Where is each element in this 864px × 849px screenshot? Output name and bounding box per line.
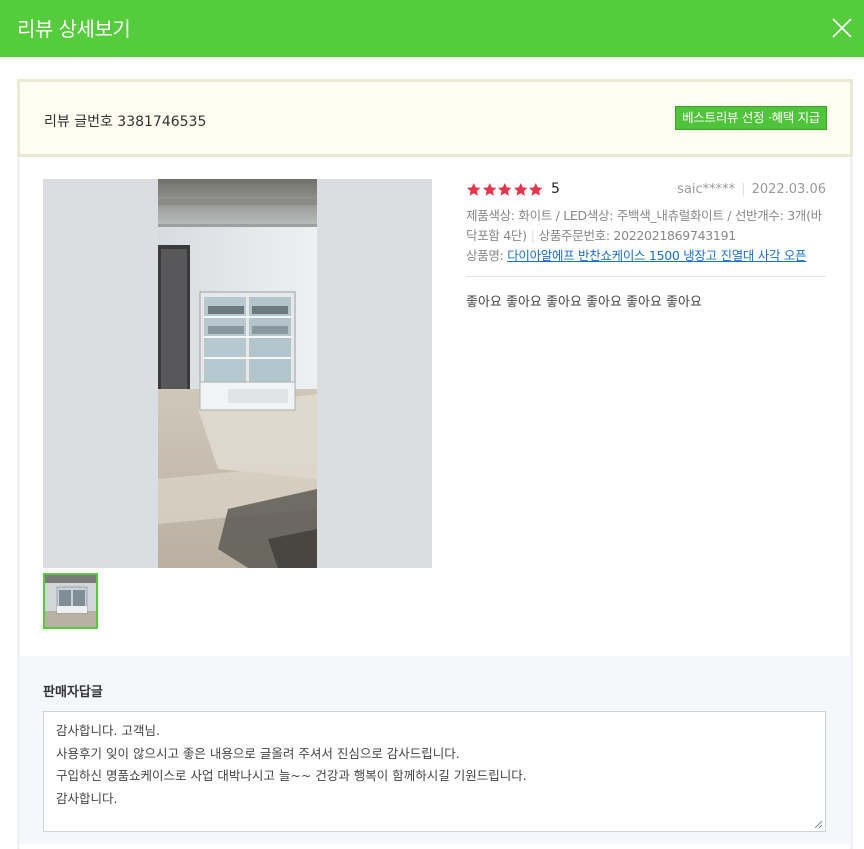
- order-number: 상품주문번호: 2022021869743191: [538, 228, 737, 243]
- review-thumbnail[interactable]: [43, 573, 98, 629]
- review-date: 2022.03.06: [751, 182, 826, 197]
- product-name-link[interactable]: 다이아알에프 반찬쇼케이스 1500 냉장고 진열대 사각 오픈: [507, 248, 806, 263]
- modal-header: 리뷰 상세보기: [0, 0, 864, 57]
- reply-line: 사용후기 잊이 않으시고 좋은 내용으로 글올려 주셔서 진심으로 감사드립니다…: [56, 745, 460, 761]
- review-number-label: 리뷰 글번호 3381746535: [44, 114, 207, 130]
- star-icon: [513, 182, 527, 196]
- resize-handle-icon[interactable]: [814, 820, 822, 828]
- seller-reply-textarea[interactable]: 감사합니다. 고객님. 사용후기 잊이 않으시고 좋은 내용으로 글올려 주셔서…: [43, 711, 826, 832]
- reply-line: 구입하신 명품쇼케이스로 사업 대박나시고 늘~~ 건강과 행복이 함께하시길 …: [56, 768, 527, 783]
- options-divider: |: [530, 228, 535, 243]
- seller-reply-section: 판매자답글 감사합니다. 고객님. 사용후기 잊이 않으시고 좋은 내용으로 글…: [20, 656, 850, 844]
- seller-reply-title: 판매자답글: [43, 685, 103, 700]
- review-meta: saic***** | 2022.03.06: [677, 182, 826, 197]
- close-icon[interactable]: [832, 18, 852, 38]
- review-number-bar: 리뷰 글번호 3381746535 베스트리뷰 선정 ·혜택 지급: [17, 79, 853, 157]
- modal-title: 리뷰 상세보기: [17, 17, 131, 41]
- reviewer-id: saic*****: [677, 182, 736, 197]
- star-icon: [498, 182, 512, 196]
- rating-row: 5 saic***** | 2022.03.06: [466, 180, 826, 202]
- best-review-button[interactable]: 베스트리뷰 선정 ·혜택 지급: [675, 106, 827, 130]
- review-main-image: [43, 179, 432, 568]
- product-name-row: 상품명: 다이아알에프 반찬쇼케이스 1500 냉장고 진열대 사각 오픈: [466, 246, 826, 266]
- reply-line: 감사합니다.: [56, 790, 118, 806]
- header-gap: [0, 57, 864, 79]
- star-icon: [529, 182, 543, 196]
- rating-stars: [466, 182, 544, 197]
- reply-line: 감사합니다. 고객님.: [56, 723, 160, 738]
- product-options: 제품색상: 화이트 / LED색상: 주백색_내츄럴화이트 / 선반개수: 3개…: [466, 206, 826, 246]
- star-icon: [467, 182, 481, 196]
- star-icon: [482, 182, 496, 196]
- review-content: 좋아요 좋아요 좋아요 좋아요 좋아요 좋아요: [466, 295, 702, 310]
- rating-score: 5: [551, 181, 560, 197]
- info-divider: [466, 276, 826, 277]
- review-photo: [158, 179, 317, 568]
- meta-divider: |: [741, 182, 746, 197]
- review-info: 5 saic***** | 2022.03.06 제품색상: 화이트 / LED색상…: [466, 180, 826, 310]
- product-name-label: 상품명:: [466, 248, 508, 263]
